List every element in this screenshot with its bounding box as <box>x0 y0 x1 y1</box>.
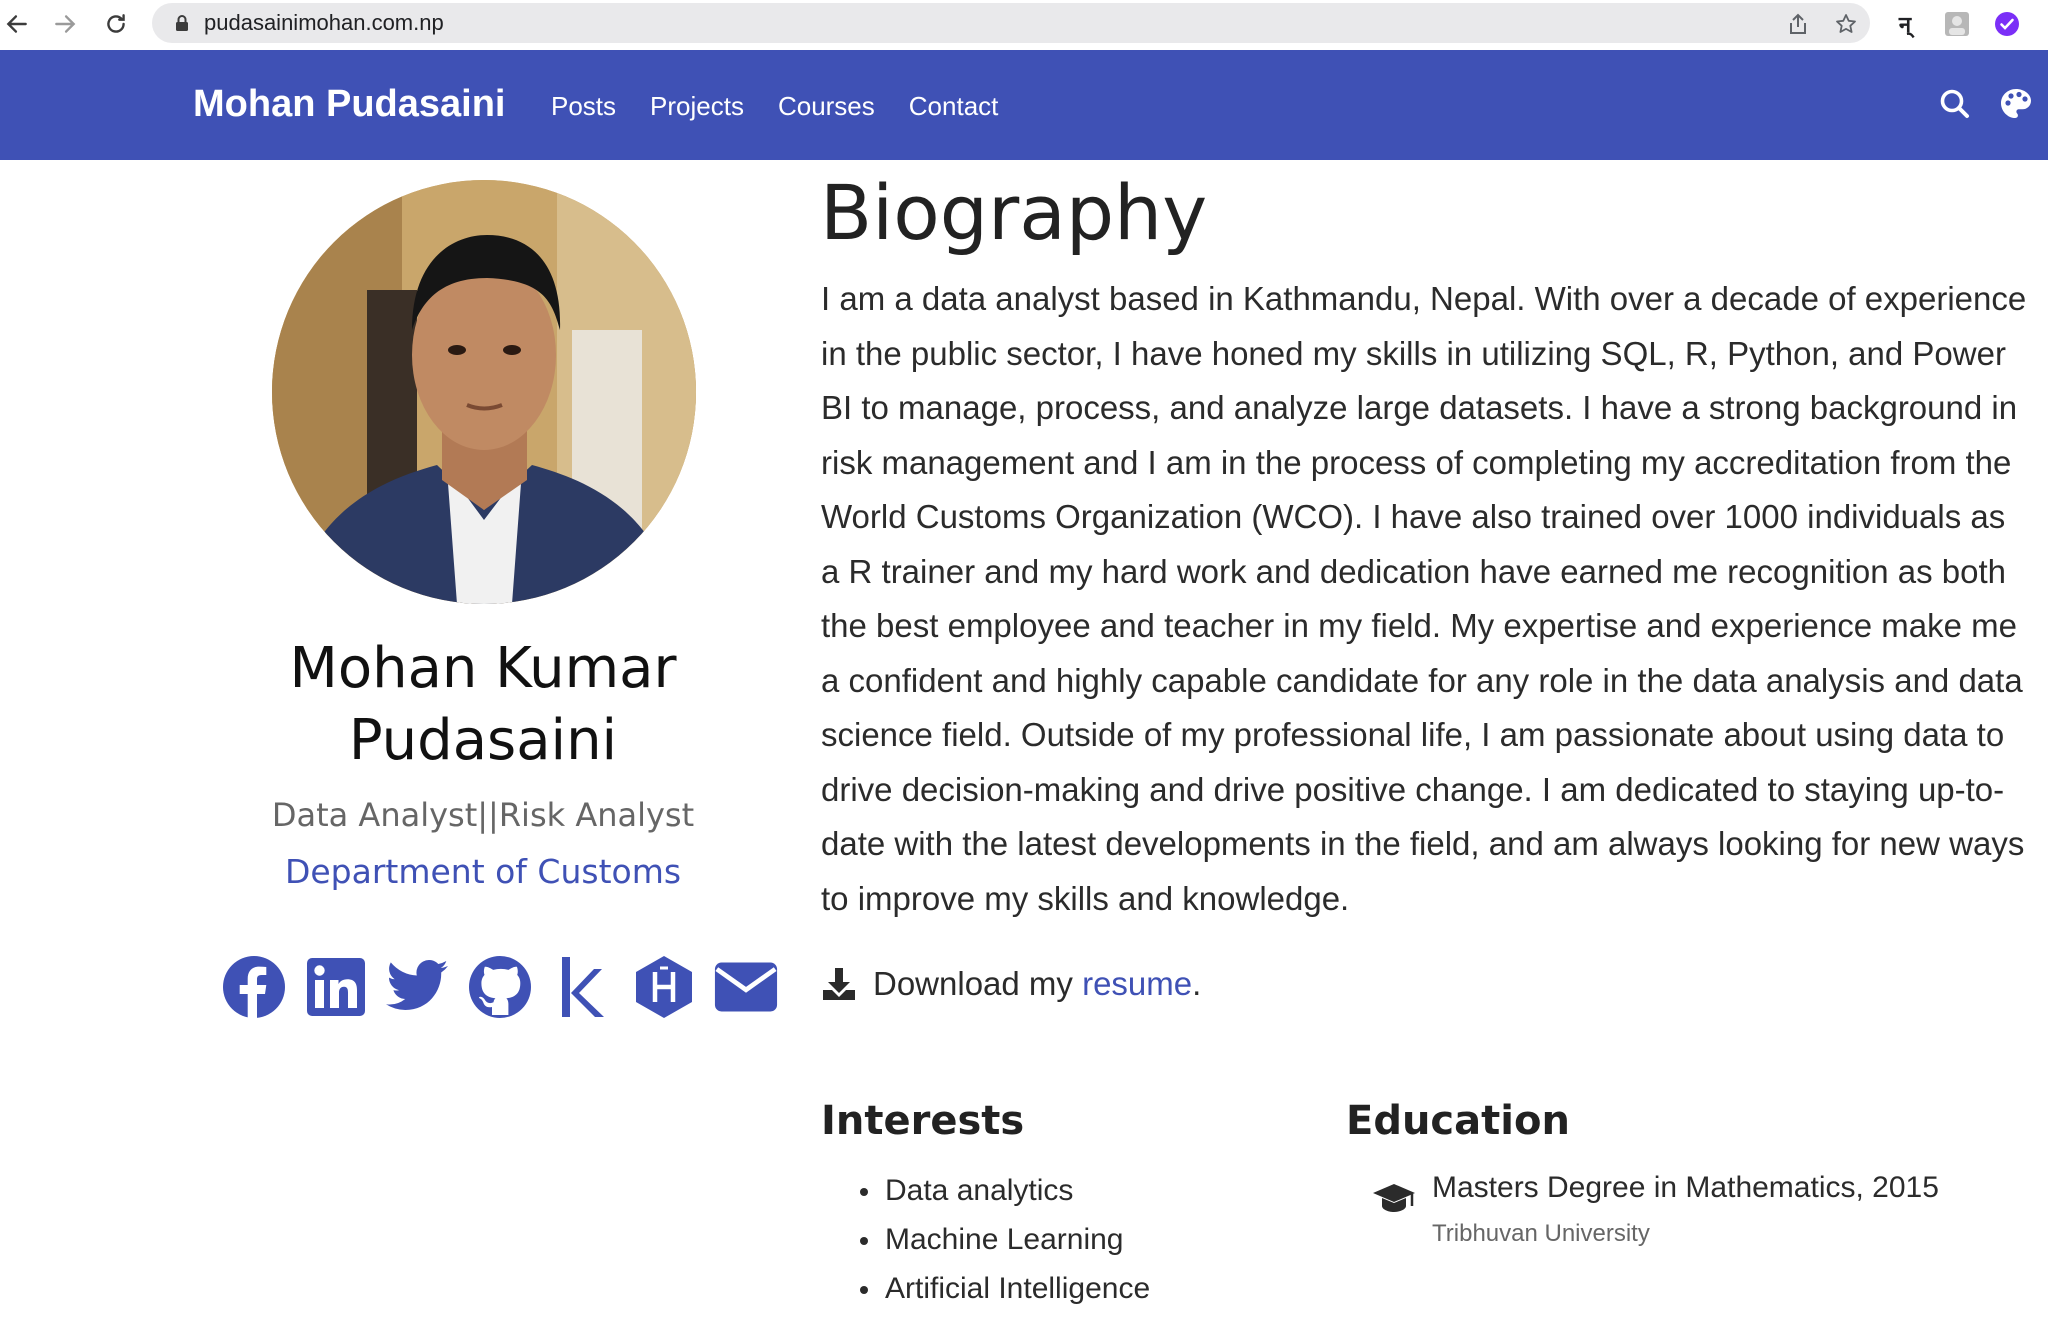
education-degree: Masters Degree in Mathematics, 2015 <box>1432 1171 1939 1204</box>
biography-text: I am a data analyst based in Kathmandu, … <box>821 280 2027 917</box>
url-text[interactable]: pudasainimohan.com.np <box>204 10 444 36</box>
education-heading: Education <box>1346 1098 1570 1144</box>
resume-suffix: . <box>1192 965 1202 1002</box>
browser-toolbar: pudasainimohan.com.np न् <box>0 0 2048 51</box>
profile-name: Mohan Kumar Pudasaini <box>289 636 677 773</box>
interests-heading: Interests <box>821 1098 1025 1144</box>
extension-icon[interactable]: न् <box>1890 9 1920 39</box>
hashnode-icon[interactable] <box>632 955 696 1019</box>
share-icon[interactable] <box>1784 10 1812 38</box>
nav-link-posts[interactable]: Posts <box>551 91 616 122</box>
social-links <box>222 955 778 1019</box>
linkedin-icon[interactable] <box>304 955 368 1019</box>
interest-item: Machine Learning <box>860 1215 1150 1264</box>
interest-item: Data analytics <box>860 1166 1150 1215</box>
site-navbar: Mohan Pudasaini Posts Projects Courses C… <box>0 50 2048 160</box>
nav-link-contact[interactable]: Contact <box>909 91 999 122</box>
profile-icon[interactable] <box>1942 9 1972 39</box>
twitter-icon[interactable] <box>386 955 450 1019</box>
biography-heading: Biography <box>820 168 1208 257</box>
back-arrow-icon[interactable] <box>2 9 32 39</box>
forward-arrow-icon[interactable] <box>50 9 80 39</box>
nav-link-projects[interactable]: Projects <box>650 91 744 122</box>
profile-role: Data Analyst||Risk Analyst <box>271 796 695 834</box>
lock-icon[interactable] <box>172 13 192 33</box>
site-brand-link[interactable]: Mohan Pudasaini <box>193 83 505 126</box>
interest-item: Artificial Intelligence <box>860 1264 1150 1313</box>
profile-organization-link[interactable]: Department of Customs <box>183 852 783 891</box>
github-icon[interactable] <box>468 955 532 1019</box>
address-bar[interactable]: pudasainimohan.com.np <box>152 3 1870 43</box>
search-icon[interactable] <box>1937 86 1973 122</box>
kaggle-icon[interactable] <box>550 955 614 1019</box>
education-institution: Tribhuvan University <box>1432 1220 1650 1247</box>
theme-palette-icon[interactable] <box>1998 86 2034 122</box>
resume-prefix: Download my <box>873 965 1073 1002</box>
extension-check-icon[interactable] <box>1992 9 2022 39</box>
main-menu: Posts Projects Courses Contact <box>551 91 998 122</box>
bookmark-star-icon[interactable] <box>1832 10 1860 38</box>
interests-list: Data analytics Machine Learning Artifici… <box>860 1166 1150 1313</box>
reload-icon[interactable] <box>101 9 131 39</box>
resume-link[interactable]: resume <box>1082 965 1192 1003</box>
profile-avatar <box>272 180 696 604</box>
graduation-cap-icon <box>1373 1184 1415 1212</box>
resume-download: Download my resume. <box>821 965 1201 1003</box>
facebook-icon[interactable] <box>222 955 286 1019</box>
email-icon[interactable] <box>714 955 778 1019</box>
nav-link-courses[interactable]: Courses <box>778 91 875 122</box>
download-icon <box>823 968 855 1000</box>
